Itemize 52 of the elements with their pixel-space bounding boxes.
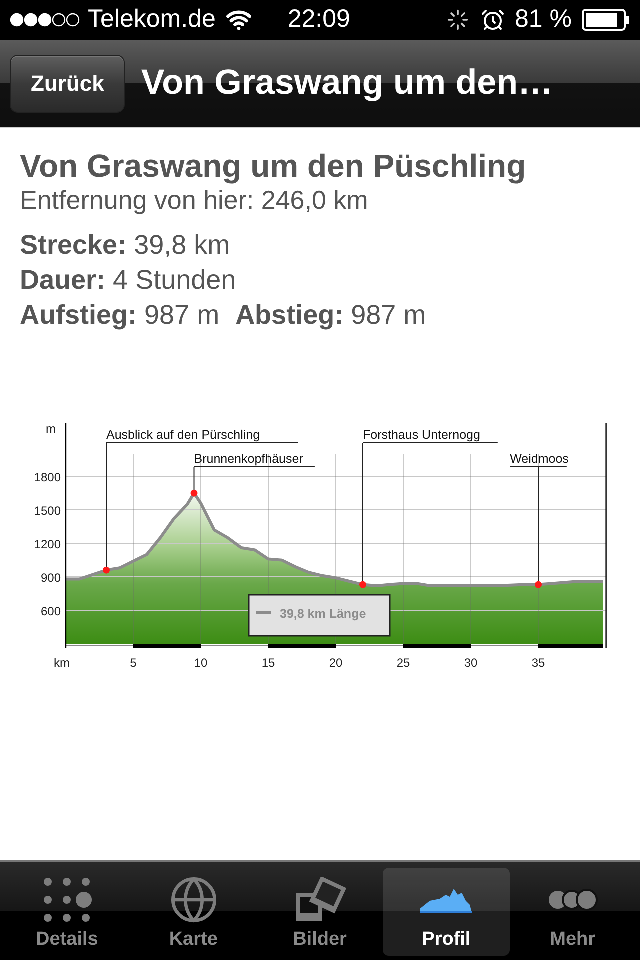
stat-text: Aufstieg: 987 m xyxy=(20,299,220,332)
three-circles-icon xyxy=(548,888,598,911)
signal-icon xyxy=(10,12,80,28)
scale-bar-segment xyxy=(268,644,336,648)
axis-tick-label: 5 xyxy=(130,656,137,670)
axis-tick-label: 10 xyxy=(194,656,208,670)
chart-label: Forsthaus Unternogg xyxy=(363,428,480,442)
marker-dot xyxy=(535,581,542,588)
back-button[interactable]: Zurück xyxy=(10,54,126,112)
battery-percentage: 81 % xyxy=(515,4,572,36)
axis-tick-label: 20 xyxy=(329,656,343,670)
activity-spinner-icon xyxy=(447,9,470,31)
marker-dot xyxy=(360,581,366,588)
tab-bar-item[interactable]: Profil xyxy=(383,868,510,956)
axis-label: m xyxy=(46,422,56,436)
axis-tick-label: 900 xyxy=(40,571,61,586)
axis-tick-label: 1500 xyxy=(34,504,61,518)
marker-dot xyxy=(103,566,110,574)
axis-tick-label: 35 xyxy=(532,656,546,670)
axis-tick-label: 30 xyxy=(464,656,478,670)
axis-label: km xyxy=(54,656,70,670)
chart-label: Ausblick auf den Pürschling xyxy=(106,428,260,442)
mountain-icon xyxy=(420,886,472,913)
scale-bar-segment xyxy=(538,644,604,648)
axis-tick-label: 25 xyxy=(396,656,410,670)
legend-label: 39,8 km Länge xyxy=(280,607,366,621)
axis-tick-label: 15 xyxy=(262,656,276,670)
chart-label: Weidmoos xyxy=(510,452,569,466)
clock-time: 22:09 xyxy=(288,4,350,36)
legend: 39,8 km Länge xyxy=(248,594,391,637)
tour-title: Von Graswang um den Püschling xyxy=(20,148,528,184)
chart-label: Brunnenkopfhäuser xyxy=(194,452,304,466)
axis-tick-label: 1800 xyxy=(34,470,61,485)
tab-bar-item[interactable]: Karte xyxy=(130,868,257,956)
scale-bar-segment xyxy=(134,644,201,648)
axis-tick-label: 600 xyxy=(40,604,61,619)
tab-bar-item[interactable]: Mehr xyxy=(510,868,636,956)
photos-icon xyxy=(294,876,346,923)
globe-icon xyxy=(168,874,219,925)
stat-text: Dauer: 4 Stunden xyxy=(20,264,236,297)
axis-tick-label: 1200 xyxy=(34,538,61,552)
tab-bar-item[interactable]: Details xyxy=(4,868,130,956)
battery-icon xyxy=(582,9,630,31)
stat-text: Abstieg: 987 m xyxy=(236,299,426,332)
marker-dot xyxy=(190,490,198,497)
scale-bar-segment xyxy=(404,644,471,648)
distance-text: Entfernung von hier: 246,0 km xyxy=(20,184,370,216)
alarm-icon xyxy=(481,8,506,32)
carrier-name: Telekom.de xyxy=(88,4,216,36)
page-title: Von Graswang um den… xyxy=(141,62,553,104)
tab-bar-item[interactable]: Bilder xyxy=(256,868,384,956)
stat-text: Strecke: 39,8 km xyxy=(20,229,230,262)
